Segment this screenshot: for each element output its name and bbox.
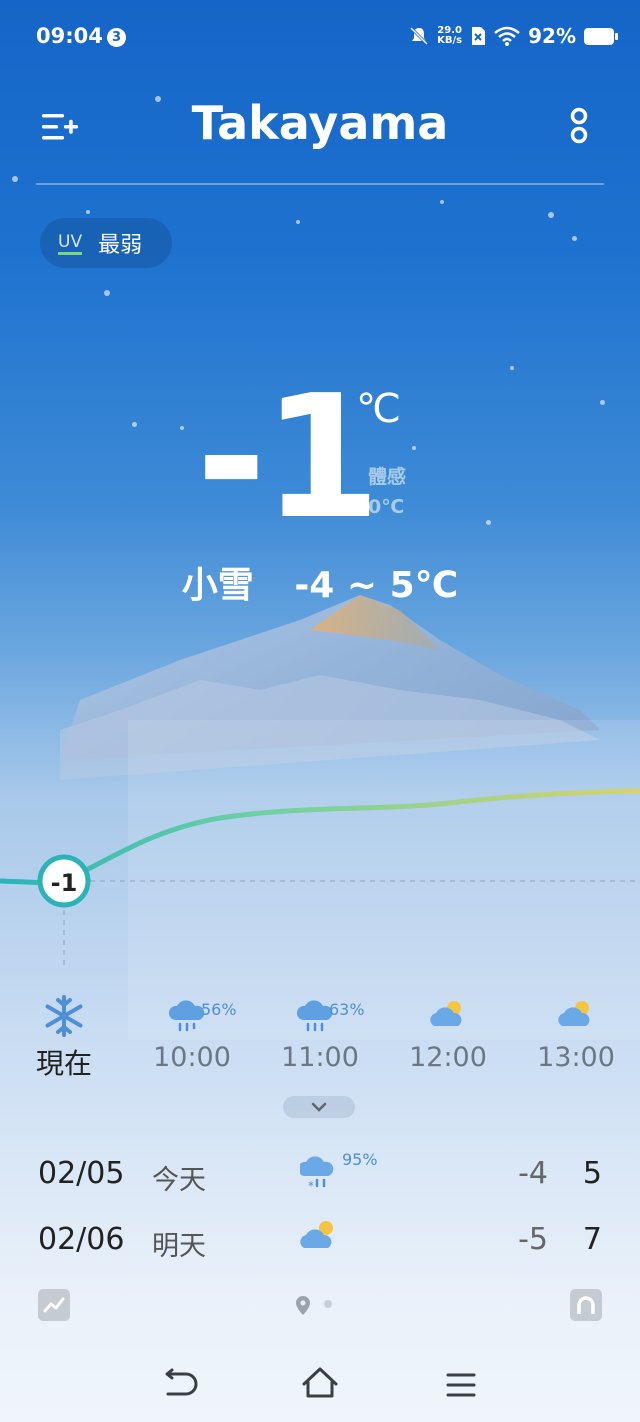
trend-chart-button[interactable] xyxy=(38,1289,70,1321)
hourly-item[interactable]: 13:00 xyxy=(521,990,631,1073)
svg-text:*: * xyxy=(308,1179,314,1193)
home-city-button[interactable] xyxy=(570,1289,602,1321)
partly-cloudy-icon xyxy=(558,1001,590,1026)
day-name: 明天 xyxy=(152,1231,206,1262)
current-temp-badge: -1 xyxy=(51,869,78,897)
current-temperature: -1 xyxy=(196,359,381,557)
back-nav-icon[interactable] xyxy=(158,1366,198,1402)
home-arch-icon xyxy=(577,1296,595,1314)
sim-card-icon xyxy=(472,27,486,45)
hourly-item[interactable]: 56% 10:00 xyxy=(137,990,247,1073)
partly-cloudy-icon xyxy=(430,1001,462,1026)
hour-label: 13:00 xyxy=(537,1042,615,1073)
day-high-temp: 5 xyxy=(582,1156,602,1191)
precipitation-probability: 56% xyxy=(201,1000,237,1019)
city-page-indicator xyxy=(294,1294,344,1318)
day-date: 02/05 xyxy=(38,1156,125,1191)
more-options-icon[interactable] xyxy=(564,104,594,148)
hour-label: 現在 xyxy=(35,1047,92,1080)
hourly-item[interactable]: 63% 11:00 xyxy=(265,990,375,1073)
day-date: 02/06 xyxy=(38,1222,125,1257)
hourly-item-now[interactable]: 現在 xyxy=(9,990,119,1082)
battery-icon xyxy=(584,27,618,45)
hourly-item[interactable]: 12:00 xyxy=(393,990,503,1073)
partly-cloudy-icon xyxy=(300,1221,333,1248)
temperature-unit: ℃ xyxy=(356,386,401,432)
hour-label: 11:00 xyxy=(281,1042,359,1073)
uv-label: UV xyxy=(58,232,83,255)
status-icons: 29.0 KB/s 92% xyxy=(409,24,618,48)
wifi-icon xyxy=(494,26,520,46)
mute-bell-icon xyxy=(410,26,429,46)
hour-label: 10:00 xyxy=(153,1042,231,1073)
feels-like-label: 體感 xyxy=(368,466,407,488)
daily-row-today[interactable]: 02/05 今天 * 95% -4 5 xyxy=(38,1150,602,1200)
snowflake-icon xyxy=(45,995,83,1037)
home-nav-icon[interactable] xyxy=(300,1364,340,1402)
day-high-temp: 7 xyxy=(582,1222,602,1257)
uv-index-chip[interactable]: UV 最弱 xyxy=(40,218,172,268)
chevron-down-icon xyxy=(311,1102,327,1112)
day-name: 今天 xyxy=(152,1165,206,1196)
day-low-temp: -5 xyxy=(518,1222,548,1257)
trend-chart-icon xyxy=(43,1297,65,1313)
precipitation-probability: 63% xyxy=(329,1000,365,1019)
precipitation-probability: 95% xyxy=(342,1150,378,1169)
city-title: Takayama xyxy=(191,96,449,150)
feels-like-value: 0℃ xyxy=(368,496,405,518)
battery-percent: 92% xyxy=(528,24,576,48)
expand-forecast-button[interactable] xyxy=(283,1096,355,1118)
uv-value: 最弱 xyxy=(98,233,143,258)
header-divider xyxy=(36,183,604,185)
hourly-temperature-curve: -1 xyxy=(0,788,640,970)
net-speed-unit: KB/s xyxy=(437,35,463,46)
status-time: 09:04 xyxy=(36,24,103,48)
recent-apps-nav-icon[interactable] xyxy=(444,1370,478,1400)
day-low-temp: -4 xyxy=(518,1156,548,1191)
status-bar: 09:04 3 29.0 KB/s 92% xyxy=(0,0,640,76)
hour-label: 12:00 xyxy=(409,1042,487,1073)
page-dot xyxy=(324,1300,332,1308)
notification-count-badge: 3 xyxy=(107,28,126,47)
network-speed: 29.0 KB/s xyxy=(437,26,462,46)
daily-row-tomorrow[interactable]: 02/06 明天 -5 7 xyxy=(38,1216,602,1266)
